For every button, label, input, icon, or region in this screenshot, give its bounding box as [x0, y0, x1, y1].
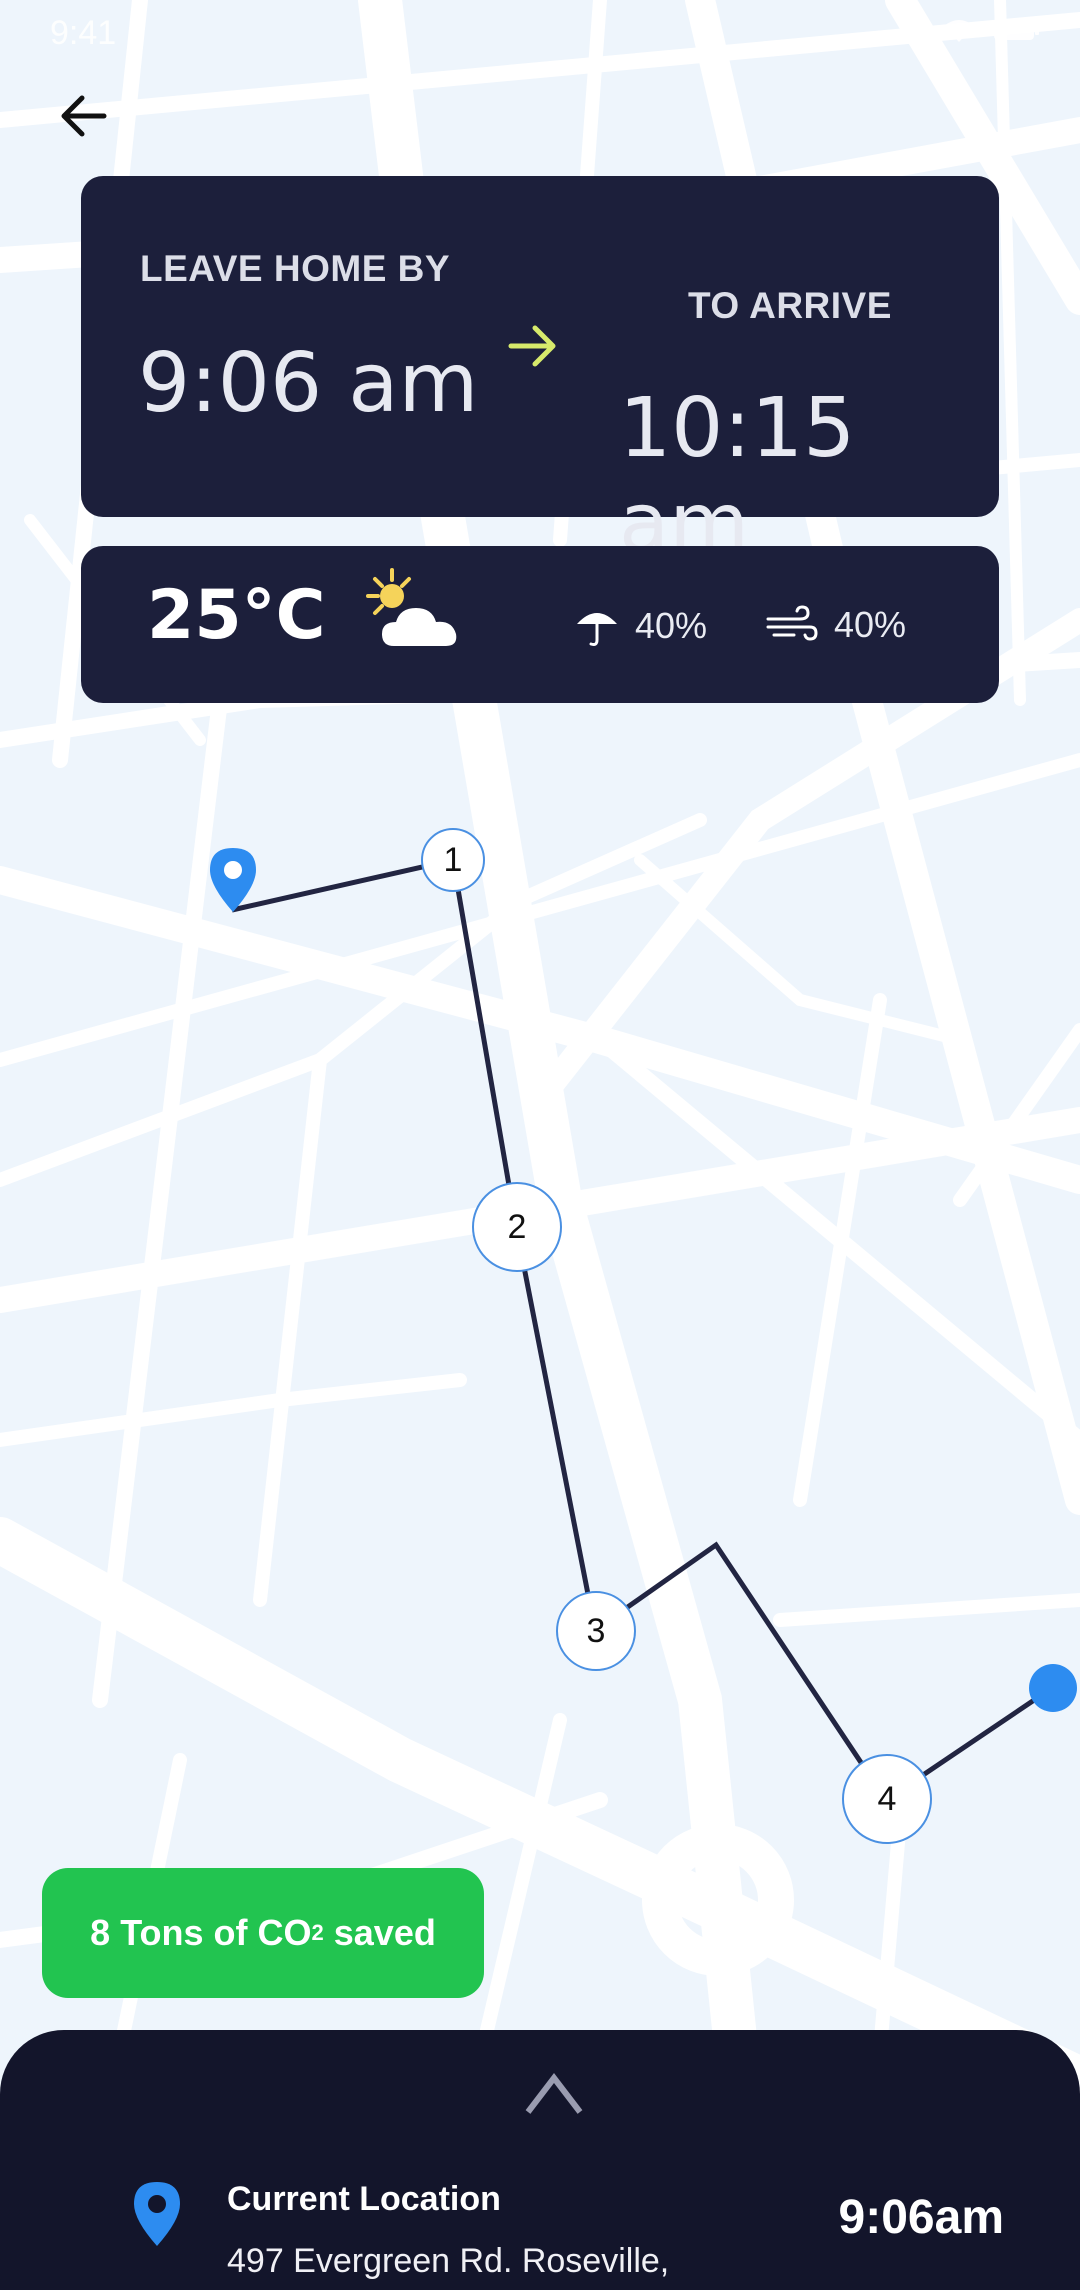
to-arrive-label: TO ARRIVE: [688, 285, 892, 326]
partly-cloudy-icon: [364, 568, 474, 663]
leave-home-label: LEAVE HOME BY: [140, 248, 451, 289]
current-location-address: 497 Evergreen Rd. Roseville,: [227, 2242, 670, 2280]
trip-time-card: LEAVE HOME BY 9:06 am TO ARRIVE 10:15 am: [81, 176, 999, 571]
arrow-right-icon: [505, 318, 561, 379]
destination-dot[interactable]: [1029, 1664, 1077, 1712]
temperature: 25°C: [147, 576, 326, 655]
co2-prefix: 8 Tons of CO: [90, 1912, 312, 1953]
weather-card: 25°C 40% 40%: [81, 546, 999, 703]
departure-time: 9:06am: [838, 2191, 1004, 2244]
back-button[interactable]: [56, 88, 112, 144]
bottom-sheet[interactable]: Current Location 497 Evergreen Rd. Rosev…: [0, 2030, 1080, 2290]
leave-time: 9:06 am: [138, 336, 479, 431]
co2-subscript: 2: [311, 1920, 324, 1945]
start-pin[interactable]: [206, 846, 260, 919]
arrive-time: 10:15 am: [619, 381, 856, 571]
co2-suffix: saved: [323, 1912, 436, 1953]
wind: 40%: [766, 604, 906, 646]
location-pin-icon: [130, 2180, 184, 2253]
route-stop-1[interactable]: 1: [421, 828, 485, 892]
route-stop-4[interactable]: 4: [842, 1754, 932, 1844]
status-bar: 9:41: [50, 14, 1040, 54]
arrow-left-icon: [61, 95, 107, 137]
wind-value: 40%: [834, 604, 907, 645]
route-stop-2[interactable]: 2: [472, 1182, 562, 1272]
wifi-icon: [944, 20, 974, 42]
status-icons: [942, 18, 1040, 44]
location-pin-icon: [210, 848, 256, 912]
route-stop-3[interactable]: 3: [556, 1591, 636, 1671]
rain-chance-value: 40%: [635, 605, 708, 646]
chevron-up-icon[interactable]: [524, 2070, 584, 2121]
current-location-title: Current Location: [227, 2180, 501, 2218]
co2-saved-badge: 8 Tons of CO 2 saved: [42, 1868, 484, 1998]
rain-chance: 40%: [575, 604, 707, 648]
battery-icon: [994, 22, 1039, 40]
status-time: 9:41: [50, 14, 117, 52]
umbrella-icon: [577, 613, 617, 646]
wind-icon: [766, 605, 818, 641]
